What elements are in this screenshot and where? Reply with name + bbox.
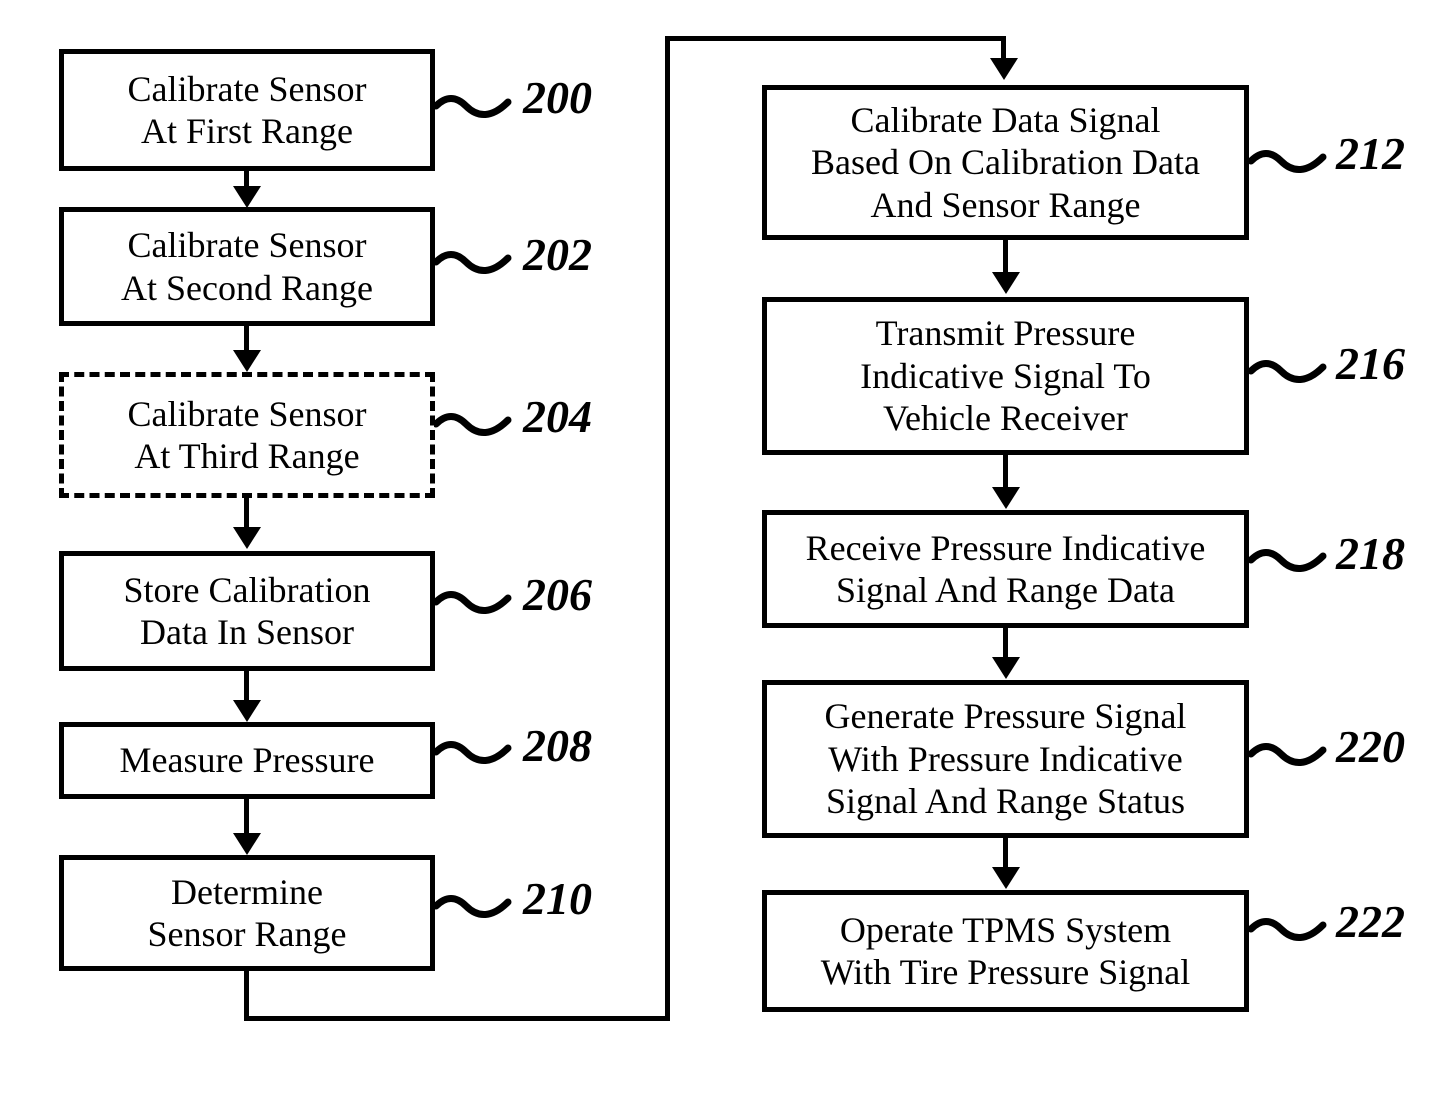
leader-squiggle-216	[1249, 360, 1327, 383]
ref-numeral-210: 210	[523, 873, 592, 924]
arrowhead-218-to-220	[992, 657, 1020, 679]
leader-squiggle-210	[434, 895, 512, 918]
ref-numeral-202: 202	[523, 229, 592, 280]
flow-box-220: Generate Pressure Signal With Pressure I…	[762, 680, 1249, 838]
arrowhead-208-to-210	[233, 833, 261, 855]
connector-206-to-208	[244, 671, 249, 703]
arrowhead-206-to-208	[233, 700, 261, 722]
flow-box-204: Calibrate Sensor At Third Range	[59, 372, 435, 498]
flow-box-222-label: Operate TPMS System With Tire Pressure S…	[820, 909, 1191, 992]
arrowhead-202-to-204	[233, 350, 261, 372]
leader-squiggle-218	[1249, 549, 1327, 572]
figure-canvas: Calibrate Sensor At First Range Calibrat…	[0, 0, 1435, 1100]
leader-squiggle-202	[434, 251, 512, 274]
flow-box-202: Calibrate Sensor At Second Range	[59, 207, 435, 326]
flow-box-200: Calibrate Sensor At First Range	[59, 49, 435, 171]
flow-box-218-label: Receive Pressure Indicative Signal And R…	[805, 527, 1206, 610]
arrowhead-212-to-216	[992, 272, 1020, 294]
flow-box-204-label: Calibrate Sensor At Third Range	[127, 393, 367, 476]
ref-numeral-204: 204	[523, 391, 592, 442]
connector-bottom-horizontal	[244, 1016, 670, 1021]
flow-box-208: Measure Pressure	[59, 722, 435, 799]
ref-numeral-206: 206	[523, 569, 592, 620]
ref-numeral-212: 212	[1336, 128, 1405, 179]
flow-box-210-label: Determine Sensor Range	[147, 871, 347, 954]
ref-numeral-222: 222	[1336, 896, 1405, 947]
leader-squiggle-222	[1249, 918, 1327, 941]
connector-208-to-210	[244, 799, 249, 837]
arrowhead-220-to-222	[992, 867, 1020, 889]
connector-216-to-218	[1003, 455, 1008, 491]
ref-numeral-216: 216	[1336, 338, 1405, 389]
ref-numeral-208: 208	[523, 720, 592, 771]
connector-210-down-segment	[244, 971, 249, 1021]
ref-numeral-200: 200	[523, 72, 592, 123]
arrowhead-216-to-218	[992, 487, 1020, 509]
flow-box-210: Determine Sensor Range	[59, 855, 435, 971]
connector-right-vertical-riser	[665, 36, 670, 1018]
flow-box-206: Store Calibration Data In Sensor	[59, 551, 435, 671]
leader-squiggle-208	[434, 741, 512, 764]
arrowhead-200-to-202	[233, 186, 261, 208]
leader-squiggle-206	[434, 591, 512, 614]
flow-box-216: Transmit Pressure Indicative Signal To V…	[762, 297, 1249, 455]
flow-box-216-label: Transmit Pressure Indicative Signal To V…	[860, 313, 1151, 439]
ref-numeral-220: 220	[1336, 721, 1405, 772]
flow-box-200-label: Calibrate Sensor At First Range	[127, 68, 367, 151]
arrowhead-into-212	[990, 58, 1018, 80]
flow-box-218: Receive Pressure Indicative Signal And R…	[762, 510, 1249, 628]
flow-box-222: Operate TPMS System With Tire Pressure S…	[762, 890, 1249, 1012]
connector-204-to-206	[244, 498, 249, 530]
connector-top-horizontal	[665, 36, 1006, 41]
connector-212-to-216	[1003, 240, 1008, 276]
flow-box-212-label: Calibrate Data Signal Based On Calibrati…	[811, 99, 1200, 225]
flow-box-206-label: Store Calibration Data In Sensor	[123, 569, 371, 652]
leader-squiggle-204	[434, 413, 512, 436]
flow-box-208-label: Measure Pressure	[119, 740, 375, 781]
leader-squiggle-212	[1249, 150, 1327, 173]
flow-box-202-label: Calibrate Sensor At Second Range	[121, 225, 373, 308]
flow-box-220-label: Generate Pressure Signal With Pressure I…	[824, 696, 1187, 822]
ref-numeral-218: 218	[1336, 528, 1405, 579]
arrowhead-204-to-206	[233, 527, 261, 549]
leader-squiggle-200	[434, 95, 512, 118]
leader-squiggle-220	[1249, 743, 1327, 766]
flow-box-212: Calibrate Data Signal Based On Calibrati…	[762, 85, 1249, 240]
